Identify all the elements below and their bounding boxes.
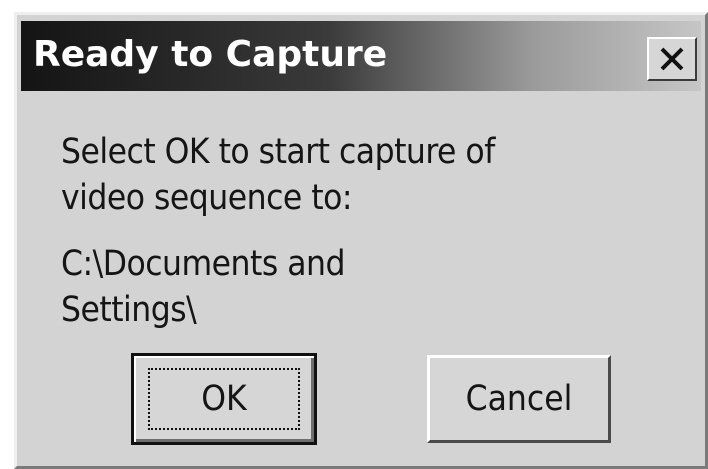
ok-button[interactable]: OK xyxy=(131,353,317,445)
message-line-2: video sequence to: xyxy=(61,178,353,218)
cancel-button[interactable]: Cancel xyxy=(427,355,611,443)
close-icon xyxy=(660,47,684,71)
capture-dialog: Ready to Capture Select OK to start capt… xyxy=(14,12,708,469)
dialog-title: Ready to Capture xyxy=(33,34,388,75)
cancel-button-label: Cancel xyxy=(465,379,573,419)
ok-button-label: OK xyxy=(201,379,247,419)
path-line-2: Settings\ xyxy=(61,290,197,330)
focus-rectangle: OK xyxy=(148,368,300,430)
title-bar[interactable]: Ready to Capture xyxy=(21,21,701,91)
close-button[interactable] xyxy=(647,37,697,81)
path-line-1: C:\Documents and xyxy=(61,244,346,284)
message-line-1: Select OK to start capture of xyxy=(61,132,495,172)
